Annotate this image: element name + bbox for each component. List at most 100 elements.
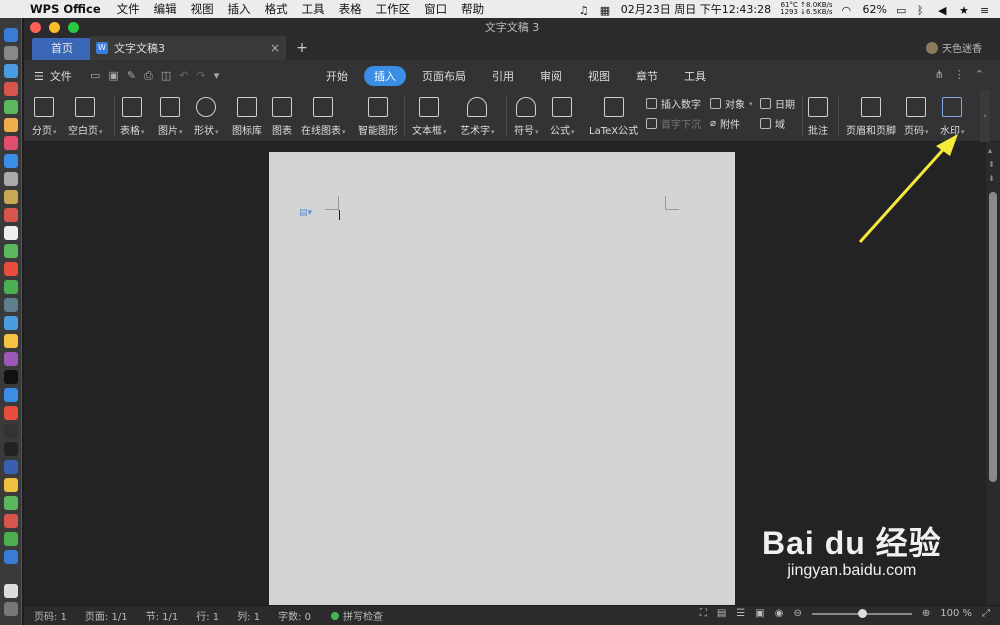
app-icon[interactable] <box>4 154 18 168</box>
focus-mode-icon[interactable]: ⛶ <box>700 608 707 619</box>
app-icon[interactable] <box>4 262 18 276</box>
control-center-icon[interactable]: ≡ <box>980 4 992 17</box>
menubar-item-table[interactable]: 表格 <box>339 1 362 17</box>
page-break-button[interactable]: 分页▾ <box>32 94 57 137</box>
status-page-code[interactable]: 页码: 1 <box>34 608 67 623</box>
fit-window-icon[interactable]: ⤢ <box>982 608 990 619</box>
paragraph-layout-icon[interactable]: ▤▾ <box>299 208 312 218</box>
menubar-item-window[interactable]: 窗口 <box>424 1 447 17</box>
app-icon[interactable] <box>4 100 18 114</box>
tab-tools[interactable]: 工具 <box>674 66 716 86</box>
status-section[interactable]: 节: 1/1 <box>146 608 179 623</box>
outline-view-icon[interactable]: ☰ <box>736 608 745 619</box>
zoom-slider[interactable] <box>811 608 912 618</box>
prev-page-icon[interactable]: ⇞ <box>988 160 995 169</box>
bluetooth-icon[interactable]: ᛒ <box>917 4 929 17</box>
app-icon[interactable] <box>4 514 18 528</box>
document-page[interactable]: ▤▾ <box>269 152 735 612</box>
tab-review[interactable]: 审阅 <box>530 66 572 86</box>
print-preview-icon[interactable]: ◫ <box>161 69 171 83</box>
smart-art-button[interactable]: 智能图形 <box>358 94 398 137</box>
calendar-icon[interactable]: ▦ <box>600 4 612 17</box>
launchpad-icon[interactable] <box>4 46 18 60</box>
app-icon[interactable] <box>4 316 18 330</box>
tab-document[interactable]: W 文字文稿3 × <box>90 36 286 60</box>
formula-button[interactable]: 公式▾ <box>550 94 575 137</box>
status-page[interactable]: 页面: 1/1 <box>85 608 128 623</box>
tab-references[interactable]: 引用 <box>482 66 524 86</box>
table-button[interactable]: 表格▾ <box>120 94 145 137</box>
close-tab-icon[interactable]: × <box>270 41 280 55</box>
tab-page-layout[interactable]: 页面布局 <box>412 66 476 86</box>
spell-check-toggle[interactable]: 拼写检查 <box>331 608 383 623</box>
trash-icon[interactable] <box>4 602 18 616</box>
blank-page-button[interactable]: 空白页▾ <box>68 94 103 137</box>
tab-home[interactable]: 首页 <box>32 38 92 60</box>
vertical-scrollbar[interactable]: ▴ ⇞ ⇟ <box>986 142 1000 605</box>
page-view-icon[interactable]: ▤ <box>717 608 726 619</box>
file-menu-button[interactable]: ☰ 文件 <box>34 68 72 84</box>
zoom-level[interactable]: 100 % <box>940 608 972 619</box>
print-icon[interactable]: ⎙ <box>144 69 153 83</box>
app-icon[interactable] <box>4 478 18 492</box>
user-account[interactable]: 天色迷香 <box>926 40 982 55</box>
app-icon[interactable] <box>4 82 18 96</box>
star-icon[interactable]: ★ <box>959 4 971 17</box>
zoom-in-icon[interactable]: ⊕ <box>922 608 930 619</box>
menubar-item-view[interactable]: 视图 <box>191 1 214 17</box>
field-button[interactable]: 域 <box>760 116 785 131</box>
share-icon[interactable]: ⋔ <box>935 68 944 81</box>
app-icon[interactable] <box>4 442 18 456</box>
latex-formula-button[interactable]: LaTeX公式 <box>589 94 638 137</box>
zoom-slider-knob[interactable] <box>857 608 867 618</box>
finder-icon[interactable] <box>4 28 18 42</box>
status-word-count[interactable]: 字数: 0 <box>278 608 311 623</box>
app-icon[interactable] <box>4 460 18 474</box>
more-icon[interactable]: ⋮ <box>954 68 965 81</box>
open-icon[interactable]: ▭ <box>90 69 100 83</box>
menubar-item-workspace[interactable]: 工作区 <box>376 1 411 17</box>
zoom-out-icon[interactable]: ⊖ <box>793 608 801 619</box>
close-window-button[interactable] <box>30 22 41 33</box>
menubar-item-format[interactable]: 格式 <box>265 1 288 17</box>
app-icon[interactable] <box>4 298 18 312</box>
collapse-ribbon-icon[interactable]: ⌃ <box>975 68 984 81</box>
tab-insert[interactable]: 插入 <box>364 66 406 86</box>
menubar-item-insert[interactable]: 插入 <box>228 1 251 17</box>
insert-number-button[interactable]: 插入数字 <box>646 96 701 111</box>
battery-percent[interactable]: 62% <box>863 3 887 16</box>
safari-icon[interactable] <box>4 64 18 78</box>
app-icon[interactable] <box>4 550 18 564</box>
date-button[interactable]: 日期 <box>760 96 795 111</box>
app-icon[interactable] <box>4 496 18 510</box>
app-icon[interactable] <box>4 280 18 294</box>
app-icon[interactable] <box>4 388 18 402</box>
eye-protection-icon[interactable]: ◉ <box>775 608 784 619</box>
header-footer-button[interactable]: 页眉和页脚 <box>846 94 896 137</box>
save-icon[interactable]: ▣ <box>108 69 118 83</box>
battery-icon[interactable]: ▭ <box>896 4 908 17</box>
app-icon[interactable] <box>4 244 18 258</box>
menubar-item-help[interactable]: 帮助 <box>461 1 484 17</box>
chart-button[interactable]: 图表 <box>272 94 292 137</box>
web-view-icon[interactable]: ▣ <box>755 608 764 619</box>
tab-view[interactable]: 视图 <box>578 66 620 86</box>
add-tab-button[interactable]: + <box>292 38 312 58</box>
zoom-window-button[interactable] <box>68 22 79 33</box>
shape-button[interactable]: 形状▾ <box>194 94 219 137</box>
page-number-button[interactable]: 页码▾ <box>904 94 929 137</box>
app-icon[interactable] <box>4 172 18 186</box>
watermark-button[interactable]: 水印▾ <box>940 94 965 137</box>
documents-icon[interactable] <box>4 584 18 598</box>
minimize-window-button[interactable] <box>49 22 60 33</box>
app-icon[interactable] <box>4 370 18 384</box>
symbol-button[interactable]: 符号▾ <box>514 94 539 137</box>
app-icon[interactable] <box>4 208 18 222</box>
music-icon[interactable]: ♫ <box>579 4 591 17</box>
scroll-up-icon[interactable]: ▴ <box>988 146 992 155</box>
object-button[interactable]: 对象 ▾ <box>710 96 753 111</box>
app-icon[interactable] <box>4 352 18 366</box>
menubar-item-file[interactable]: 文件 <box>117 1 140 17</box>
undo-icon[interactable]: ↶ <box>179 69 188 83</box>
menubar-datetime[interactable]: 02月23日 周日 下午12:43:28 <box>621 1 771 17</box>
